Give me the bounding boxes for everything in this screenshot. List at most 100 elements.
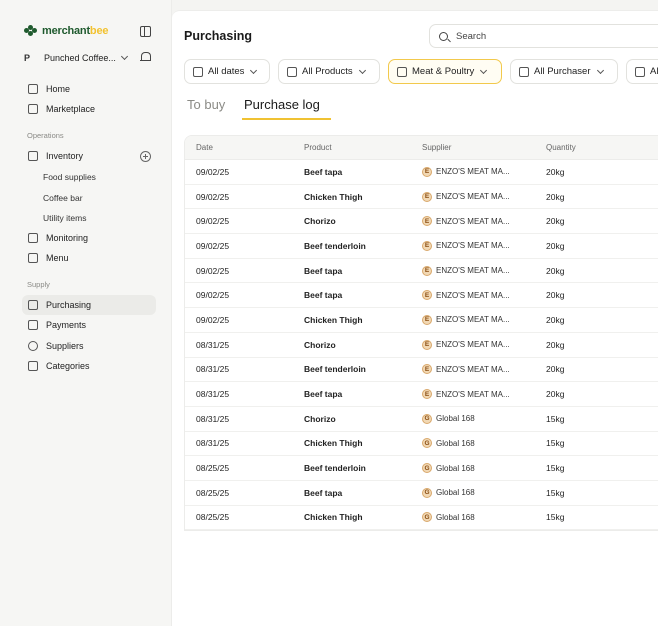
supplier-name: Global 168 (436, 463, 475, 473)
cell-quantity: 15kg (546, 438, 565, 449)
sidebar-subitem-food-supplies[interactable]: Food supplies (43, 172, 96, 182)
cell-date: 08/31/25 (196, 413, 230, 424)
cell-supplier: E ENZO'S MEAT MA... (422, 265, 546, 276)
cell-quantity: 20kg (546, 240, 565, 251)
purchase-log-table: Date Product Supplier Quantity 09/02/25 B… (184, 135, 658, 532)
table-row[interactable]: 08/31/25 Beef tenderloin E ENZO'S MEAT MA..… (185, 358, 658, 383)
cell-quantity: 20kg (546, 216, 565, 227)
sidebar-item-categories[interactable]: Categories (22, 356, 156, 376)
filter-category[interactable]: Meat & Poultry (388, 59, 502, 84)
table-row[interactable]: 08/25/25 Beef tapa G Global 168 15kg (185, 481, 658, 506)
chevron-down-icon (480, 66, 488, 74)
table-row[interactable]: 09/02/25 Beef tapa E ENZO'S MEAT MA... 20kg (185, 259, 658, 284)
cell-date: 08/31/25 (196, 364, 230, 375)
store-switcher[interactable]: P Punched Coffee... (24, 50, 154, 66)
table-row[interactable]: 09/02/25 Beef tapa E ENZO'S MEAT MA... 20kg (185, 160, 658, 185)
cell-supplier: E ENZO'S MEAT MA... (422, 166, 546, 177)
bell-icon[interactable] (140, 52, 151, 63)
cell-product: Beef tapa (304, 487, 343, 498)
filter-products[interactable]: All Products (278, 59, 380, 84)
column-header-supplier[interactable]: Supplier (422, 143, 546, 152)
sidebar-item-label: Home (46, 84, 71, 94)
cell-supplier: E ENZO'S MEAT MA... (422, 216, 546, 227)
cell-product: Chicken Thigh (304, 191, 363, 202)
page-title: Purchasing (184, 29, 253, 43)
section-label-supply: Supply (27, 280, 50, 289)
table-row[interactable]: 09/02/25 Beef tenderloin E ENZO'S MEAT MA..… (185, 234, 658, 259)
cell-date: 09/02/25 (196, 191, 230, 202)
cell-supplier: E ENZO'S MEAT MA... (422, 191, 546, 202)
table-row[interactable]: 08/25/25 Chicken Thigh G Global 168 15kg (185, 506, 658, 531)
cell-quantity: 20kg (546, 290, 565, 301)
search-icon (439, 31, 448, 41)
filter-more[interactable]: All (626, 59, 658, 84)
box-icon (28, 151, 38, 161)
column-header-quantity[interactable]: Quantity (546, 143, 646, 152)
filter-dates[interactable]: All dates (184, 59, 270, 84)
sidebar-toggle-icon[interactable] (140, 26, 151, 37)
grid-icon (397, 66, 407, 77)
tab-purchase-log[interactable]: Purchase log (244, 97, 320, 112)
cell-supplier: E ENZO'S MEAT MA... (422, 339, 546, 350)
table-row[interactable]: 09/02/25 Chicken Thigh E ENZO'S MEAT MA... 2… (185, 308, 658, 333)
table-row[interactable]: 08/31/25 Chorizo G Global 168 15kg (185, 407, 658, 432)
table-row[interactable]: 08/25/25 Beef tenderloin G Global 168 15kg (185, 456, 658, 481)
cell-product: Beef tapa (304, 290, 343, 301)
cell-date: 08/25/25 (196, 487, 230, 498)
cell-product: Chicken Thigh (304, 314, 363, 325)
cell-date: 09/02/25 (196, 240, 230, 251)
supplier-avatar: E (422, 240, 432, 251)
cell-date: 09/02/25 (196, 166, 230, 177)
home-icon (28, 84, 38, 94)
sidebar-item-purchasing[interactable]: Purchasing (22, 295, 156, 315)
sidebar: merchantbee P Punched Coffee... Home Mar… (0, 0, 172, 626)
table-row[interactable]: 08/31/25 Beef tapa E ENZO'S MEAT MA... 20kg (185, 382, 658, 407)
scan-icon (287, 66, 297, 77)
cell-date: 09/02/25 (196, 314, 230, 325)
sidebar-item-marketplace[interactable]: Marketplace (22, 99, 156, 119)
cell-supplier: G Global 168 (422, 463, 546, 474)
sidebar-item-inventory[interactable]: Inventory (22, 146, 156, 166)
table-row[interactable]: 09/02/25 Chorizo E ENZO'S MEAT MA... 20kg (185, 209, 658, 235)
sidebar-item-menu[interactable]: Menu (22, 248, 156, 268)
sidebar-subitem-utility-items[interactable]: Utility items (43, 213, 86, 223)
sidebar-item-payments[interactable]: Payments (22, 315, 156, 335)
filter-label: All Products (302, 66, 353, 77)
store-name: Punched Coffee... (44, 53, 116, 63)
supplier-avatar: E (422, 389, 432, 400)
column-header-product[interactable]: Product (304, 143, 422, 152)
filter-label: All Purchaser (534, 66, 591, 77)
sidebar-subitem-coffee-bar[interactable]: Coffee bar (43, 193, 83, 203)
supplier-avatar: G (422, 413, 432, 424)
supplier-avatar: E (422, 364, 432, 375)
brand-logo[interactable]: merchantbee (24, 25, 108, 37)
cell-quantity: 15kg (546, 463, 565, 474)
search-box[interactable] (429, 24, 658, 48)
cell-supplier: G Global 168 (422, 487, 546, 498)
cell-quantity: 15kg (546, 487, 565, 498)
supplier-name: Global 168 (436, 512, 475, 522)
table-row[interactable]: 09/02/25 Chicken Thigh E ENZO'S MEAT MA... 2… (185, 185, 658, 210)
search-input[interactable] (456, 30, 656, 42)
table-row[interactable]: 08/31/25 Chicken Thigh G Global 168 15kg (185, 432, 658, 457)
filter-label: All dates (208, 66, 245, 77)
sidebar-item-home[interactable]: Home (22, 79, 156, 99)
table-row[interactable]: 08/31/25 Chorizo E ENZO'S MEAT MA... 20kg (185, 333, 658, 358)
supplier-avatar: G (422, 512, 432, 523)
cell-supplier: E ENZO'S MEAT MA... (422, 240, 546, 251)
filter-purchaser[interactable]: All Purchaser (510, 59, 618, 84)
section-label-operations: Operations (27, 131, 64, 140)
add-inventory-icon[interactable] (140, 151, 151, 162)
supplier-avatar: G (422, 487, 432, 498)
sidebar-item-suppliers[interactable]: Suppliers (22, 336, 156, 356)
cell-quantity: 15kg (546, 413, 565, 424)
sidebar-item-label: Categories (46, 361, 90, 371)
cell-product: Chicken Thigh (304, 438, 363, 449)
sidebar-item-monitoring[interactable]: Monitoring (22, 228, 156, 248)
table-row[interactable]: 09/02/25 Beef tapa E ENZO'S MEAT MA... 20kg (185, 283, 658, 309)
tab-to-buy[interactable]: To buy (187, 97, 225, 112)
cell-date: 08/31/25 (196, 339, 230, 350)
cell-product: Beef tapa (304, 265, 343, 276)
column-header-date[interactable]: Date (185, 143, 304, 152)
supplier-name: ENZO'S MEAT MA... (436, 389, 510, 399)
